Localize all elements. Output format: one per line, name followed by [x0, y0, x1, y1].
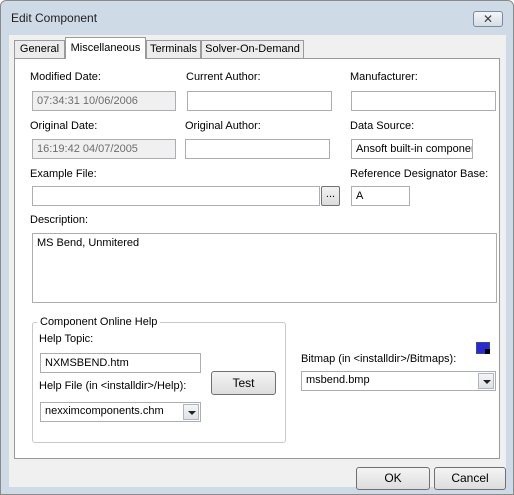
ok-button[interactable]: OK: [356, 467, 430, 490]
close-icon: ✕: [482, 12, 494, 26]
close-button[interactable]: ✕: [473, 11, 503, 27]
tab-miscellaneous[interactable]: Miscellaneous: [65, 37, 146, 59]
component-online-help-group: Component Online Help Help Topic: NXMSBE…: [32, 316, 286, 443]
component-online-help-legend: Component Online Help: [37, 316, 161, 328]
tab-terminals[interactable]: Terminals: [146, 40, 201, 58]
help-topic-field[interactable]: NXMSBEND.htm: [40, 353, 201, 373]
original-date-field[interactable]: 16:19:42 04/07/2005: [32, 139, 176, 159]
help-file-label: Help File (in <installdir>/Help):: [39, 380, 187, 392]
original-author-field[interactable]: [185, 139, 330, 159]
test-button[interactable]: Test: [211, 371, 276, 395]
tab-solver-on-demand[interactable]: Solver-On-Demand: [201, 40, 304, 58]
bitmap-value: msbend.bmp: [306, 374, 370, 386]
modified-date-field[interactable]: 07:34:31 10/06/2006: [32, 91, 176, 111]
edit-component-window: Edit Component ✕ General Miscellaneous T…: [0, 0, 514, 495]
reference-designator-label: Reference Designator Base:: [350, 168, 489, 180]
bitmap-dropdown[interactable]: msbend.bmp: [301, 371, 496, 391]
current-author-label: Current Author:: [186, 71, 261, 83]
bitmap-label: Bitmap (in <installdir>/Bitmaps):: [301, 353, 457, 365]
window-title: Edit Component: [11, 11, 98, 25]
description-textarea[interactable]: MS Bend, Unmitered: [32, 233, 497, 303]
manufacturer-field[interactable]: [351, 91, 496, 111]
example-file-field[interactable]: [32, 186, 320, 206]
component-bitmap-icon: [476, 342, 490, 354]
data-source-label: Data Source:: [350, 120, 415, 132]
browse-example-file-button[interactable]: ...: [321, 186, 340, 206]
help-file-dropdown[interactable]: nexximcomponents.chm: [40, 402, 201, 422]
data-source-field[interactable]: Ansoft built-in component: [351, 139, 473, 159]
cancel-button[interactable]: Cancel: [434, 467, 506, 490]
chevron-down-icon[interactable]: [183, 404, 199, 420]
modified-date-label: Modified Date:: [30, 71, 101, 83]
title-bar: Edit Component ✕: [1, 1, 513, 35]
example-file-label: Example File:: [30, 168, 97, 180]
original-author-label: Original Author:: [185, 120, 261, 132]
description-label: Description:: [30, 214, 89, 226]
manufacturer-label: Manufacturer:: [350, 71, 418, 83]
original-date-label: Original Date:: [30, 120, 98, 132]
current-author-field[interactable]: [187, 91, 332, 111]
miscellaneous-panel: Modified Date: 07:34:31 10/06/2006 Curre…: [14, 58, 500, 459]
help-file-value: nexximcomponents.chm: [45, 405, 164, 417]
tab-general[interactable]: General: [14, 40, 65, 58]
chevron-down-icon[interactable]: [478, 373, 494, 389]
help-topic-label: Help Topic:: [39, 333, 94, 345]
dialog-client-area: General Miscellaneous Terminals Solver-O…: [9, 35, 506, 490]
reference-designator-field[interactable]: A: [351, 186, 410, 206]
